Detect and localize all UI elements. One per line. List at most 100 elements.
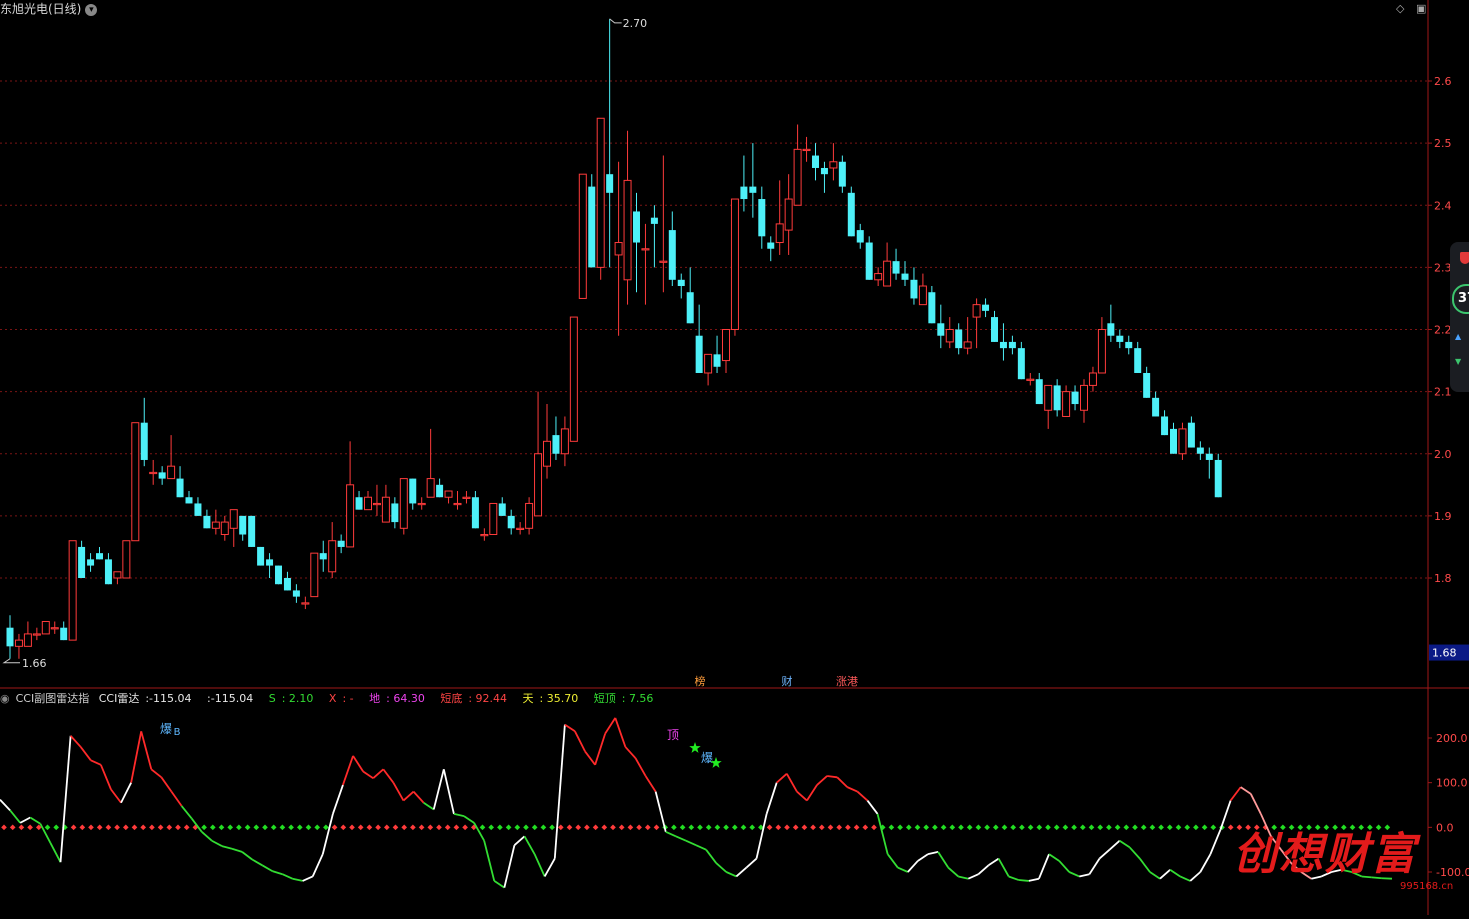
candle xyxy=(382,485,389,522)
cci-line-segment xyxy=(968,874,978,878)
candle-body xyxy=(481,535,488,536)
zero-line-dot xyxy=(749,825,755,831)
zero-line-dot xyxy=(219,825,225,831)
high-marker-line xyxy=(610,19,622,23)
zero-line-dot xyxy=(889,825,895,831)
candle xyxy=(785,174,792,255)
candle-body xyxy=(445,491,452,497)
candle xyxy=(660,156,667,293)
cci-line-segment xyxy=(857,792,867,801)
candle xyxy=(508,510,515,535)
cci-line-segment xyxy=(504,845,514,887)
candle xyxy=(1036,373,1043,404)
settings-icon[interactable]: ▣ xyxy=(1416,2,1426,15)
candle-body xyxy=(588,187,595,268)
price-tick-label: 2.1 xyxy=(1434,386,1452,399)
candle xyxy=(329,522,336,578)
zero-line-dot xyxy=(1045,825,1051,831)
zero-line-dot xyxy=(288,825,294,831)
candle-body xyxy=(33,634,40,635)
candle xyxy=(347,441,354,547)
cci-line-segment xyxy=(101,765,111,790)
candle-body xyxy=(875,274,882,280)
zero-line-dot xyxy=(427,825,433,831)
candle xyxy=(490,503,497,534)
candle-body xyxy=(454,503,461,504)
zero-line-dot xyxy=(723,825,729,831)
zero-line-dot xyxy=(654,825,660,831)
zero-line-dot xyxy=(236,825,242,831)
marker-ding-label: 顶 xyxy=(667,728,679,742)
zero-line-dot xyxy=(1193,825,1199,831)
zero-line-dot xyxy=(584,825,590,831)
candle-body xyxy=(1098,330,1105,373)
zero-line-dot xyxy=(1071,825,1077,831)
star-icon xyxy=(689,742,700,753)
legend-s-value: 2.10 xyxy=(289,692,314,705)
candle xyxy=(24,621,31,646)
zero-line-dot xyxy=(88,825,94,831)
candle xyxy=(740,156,747,212)
chart-stage: 2.62.52.42.32.22.12.01.91.81.682.701.66榜… xyxy=(0,0,1469,915)
indicator-collapse-icon[interactable]: ◉ xyxy=(0,692,10,705)
zero-line-dot xyxy=(836,825,842,831)
chart-title[interactable]: 东旭光电(日线)▾ xyxy=(0,0,97,17)
cci-line-segment xyxy=(514,836,524,845)
diamond-icon[interactable]: ◇ xyxy=(1396,2,1404,15)
candle-body xyxy=(382,497,389,522)
cci-line-segment xyxy=(938,852,948,868)
candle xyxy=(946,317,953,348)
zero-line-dot xyxy=(27,825,33,831)
cci-line-segment xyxy=(111,789,121,802)
cci-line-segment xyxy=(151,769,161,777)
cci-line-segment xyxy=(1130,847,1140,858)
zero-line-dot xyxy=(1158,825,1164,831)
zero-line-dot xyxy=(1,825,7,831)
cci-line-segment xyxy=(91,760,101,764)
candle-body xyxy=(78,547,85,578)
candle-body xyxy=(893,261,900,273)
candle xyxy=(776,180,783,255)
cci-line-segment xyxy=(535,854,545,876)
candle xyxy=(982,298,989,317)
indicator-title[interactable]: CCI副图雷达指 xyxy=(16,692,90,705)
zero-line-dot xyxy=(358,825,364,831)
candle-body xyxy=(186,497,193,503)
candle-body xyxy=(812,156,819,168)
cci-line-segment xyxy=(81,747,91,760)
zero-line-dot xyxy=(845,825,851,831)
cci-line-segment xyxy=(1099,850,1109,859)
candle-body xyxy=(123,541,130,578)
candle xyxy=(257,547,264,566)
side-float-widget[interactable]: 37 ▲ ▼ xyxy=(1450,242,1469,392)
zero-line-dot xyxy=(854,825,860,831)
candle xyxy=(678,274,685,299)
candle xyxy=(1188,416,1195,447)
candle-body xyxy=(803,149,810,150)
cci-line-segment xyxy=(414,792,424,803)
zero-line-dot xyxy=(1080,825,1086,831)
candle-body xyxy=(293,590,300,596)
zero-line-dot xyxy=(523,825,529,831)
cci-line-segment xyxy=(1069,872,1079,876)
candle-body xyxy=(1161,416,1168,435)
zero-line-dot xyxy=(436,825,442,831)
cci-line-segment xyxy=(252,859,262,865)
candle-body xyxy=(1027,379,1034,380)
candle xyxy=(561,416,568,466)
candle-body xyxy=(785,199,792,230)
candle-body xyxy=(1089,373,1096,385)
candle xyxy=(955,323,962,354)
zero-line-dot xyxy=(410,825,416,831)
cci-line-segment xyxy=(313,854,323,876)
candle-body xyxy=(982,305,989,311)
candle xyxy=(284,572,291,591)
candle-body xyxy=(1134,348,1141,373)
zero-line-dot xyxy=(488,825,494,831)
zero-line-dot xyxy=(688,825,694,831)
candle xyxy=(902,261,909,286)
cci-line-segment xyxy=(282,874,292,878)
candle-body xyxy=(320,553,327,559)
chevron-down-icon[interactable]: ▾ xyxy=(85,4,97,16)
zero-line-dot xyxy=(1167,825,1173,831)
